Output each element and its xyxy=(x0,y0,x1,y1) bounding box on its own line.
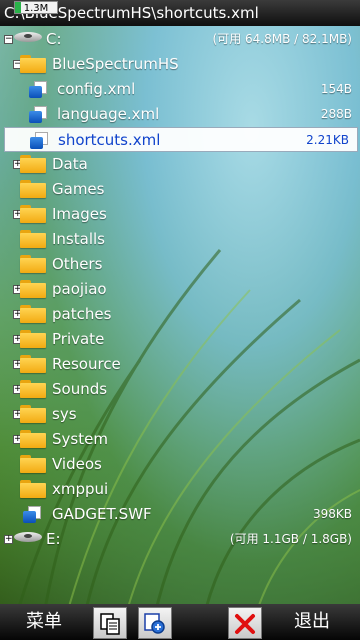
folder-icon xyxy=(20,330,46,348)
delete-button[interactable] xyxy=(228,607,262,639)
drive-icon xyxy=(14,30,42,46)
file-icon xyxy=(29,131,49,151)
row-name: Others xyxy=(52,255,103,273)
memory-label: 1.3M xyxy=(23,3,49,14)
folder-icon xyxy=(20,380,46,398)
collapse-icon[interactable]: − xyxy=(4,35,13,44)
file-icon xyxy=(22,505,42,525)
folder-icon xyxy=(20,230,46,248)
menu-softkey[interactable]: 菜单 xyxy=(26,610,62,634)
row-name: Videos xyxy=(52,455,102,473)
memory-badge: 1.3M xyxy=(14,1,58,14)
row-name: patches xyxy=(52,305,112,323)
row-name: System xyxy=(52,430,108,448)
row-name: Resource xyxy=(52,355,121,373)
folder-icon xyxy=(20,430,46,448)
tree-row[interactable]: + Images xyxy=(0,202,360,227)
row-name: Installs xyxy=(52,230,105,248)
row-meta: (可用 1.1GB / 1.8GB) xyxy=(229,532,352,546)
tree-row[interactable]: config.xml 154B xyxy=(0,77,360,102)
delete-icon xyxy=(235,614,255,634)
tree-row[interactable]: Videos xyxy=(0,452,360,477)
row-name: sys xyxy=(52,405,77,423)
bottom-bar: 菜单 退出 xyxy=(0,604,360,640)
row-name: Private xyxy=(52,330,105,348)
tree-row[interactable]: + Resource xyxy=(0,352,360,377)
tree-row[interactable]: + E: (可用 1.1GB / 1.8GB) xyxy=(0,527,360,552)
tree-row[interactable]: xmppui xyxy=(0,477,360,502)
copy-icon xyxy=(100,613,120,635)
paste-icon xyxy=(144,613,165,634)
tree-row[interactable]: + patches xyxy=(0,302,360,327)
tree-row[interactable]: Others xyxy=(0,252,360,277)
tree-row[interactable]: + Data xyxy=(0,152,360,177)
file-icon xyxy=(28,80,48,100)
row-meta: 154B xyxy=(320,82,352,96)
folder-icon xyxy=(20,355,46,373)
paste-button[interactable] xyxy=(138,607,172,639)
folder-icon xyxy=(20,55,46,73)
folder-icon xyxy=(20,405,46,423)
memory-bar xyxy=(15,2,21,13)
row-name: config.xml xyxy=(57,80,136,98)
row-name: E: xyxy=(46,530,61,548)
row-meta: 2.21KB xyxy=(306,133,349,147)
copy-button[interactable] xyxy=(93,607,127,639)
row-meta: (可用 64.8MB / 82.1MB) xyxy=(212,32,352,46)
drive-icon xyxy=(14,530,42,546)
tree-row[interactable]: Installs xyxy=(0,227,360,252)
row-name: BlueSpectrumHS xyxy=(52,55,179,73)
tree-row[interactable]: + Sounds xyxy=(0,377,360,402)
tree-row[interactable]: Games xyxy=(0,177,360,202)
file-icon xyxy=(28,105,48,125)
row-name: GADGET.SWF xyxy=(52,505,152,523)
row-meta: 288B xyxy=(320,107,352,121)
exit-softkey[interactable]: 退出 xyxy=(294,610,330,634)
row-name: Games xyxy=(52,180,105,198)
tree-row[interactable]: + sys xyxy=(0,402,360,427)
folder-icon xyxy=(20,280,46,298)
folder-icon xyxy=(20,455,46,473)
row-name: language.xml xyxy=(57,105,160,123)
tree-row[interactable]: GADGET.SWF 398KB xyxy=(0,502,360,527)
folder-icon xyxy=(20,180,46,198)
tree-row[interactable]: − C: (可用 64.8MB / 82.1MB) xyxy=(0,27,360,52)
row-name: Data xyxy=(52,155,88,173)
folder-icon xyxy=(20,480,46,498)
tree-row[interactable]: + paojiao xyxy=(0,277,360,302)
tree-row[interactable]: + Private xyxy=(0,327,360,352)
row-name: xmppui xyxy=(52,480,109,498)
row-name: Images xyxy=(52,205,107,223)
folder-icon xyxy=(20,205,46,223)
row-name: shortcuts.xml xyxy=(58,131,161,149)
row-name: paojiao xyxy=(52,280,107,298)
tree-row[interactable]: + System xyxy=(0,427,360,452)
row-name: C: xyxy=(46,30,62,48)
row-meta: 398KB xyxy=(312,507,352,521)
row-name: Sounds xyxy=(52,380,108,398)
folder-icon xyxy=(20,305,46,323)
tree-row[interactable]: language.xml 288B xyxy=(0,102,360,127)
folder-icon xyxy=(20,155,46,173)
expand-icon[interactable]: + xyxy=(4,535,13,544)
tree-row[interactable]: shortcuts.xml 2.21KB xyxy=(4,127,358,152)
tree-row[interactable]: − BlueSpectrumHS xyxy=(0,52,360,77)
folder-icon xyxy=(20,255,46,273)
